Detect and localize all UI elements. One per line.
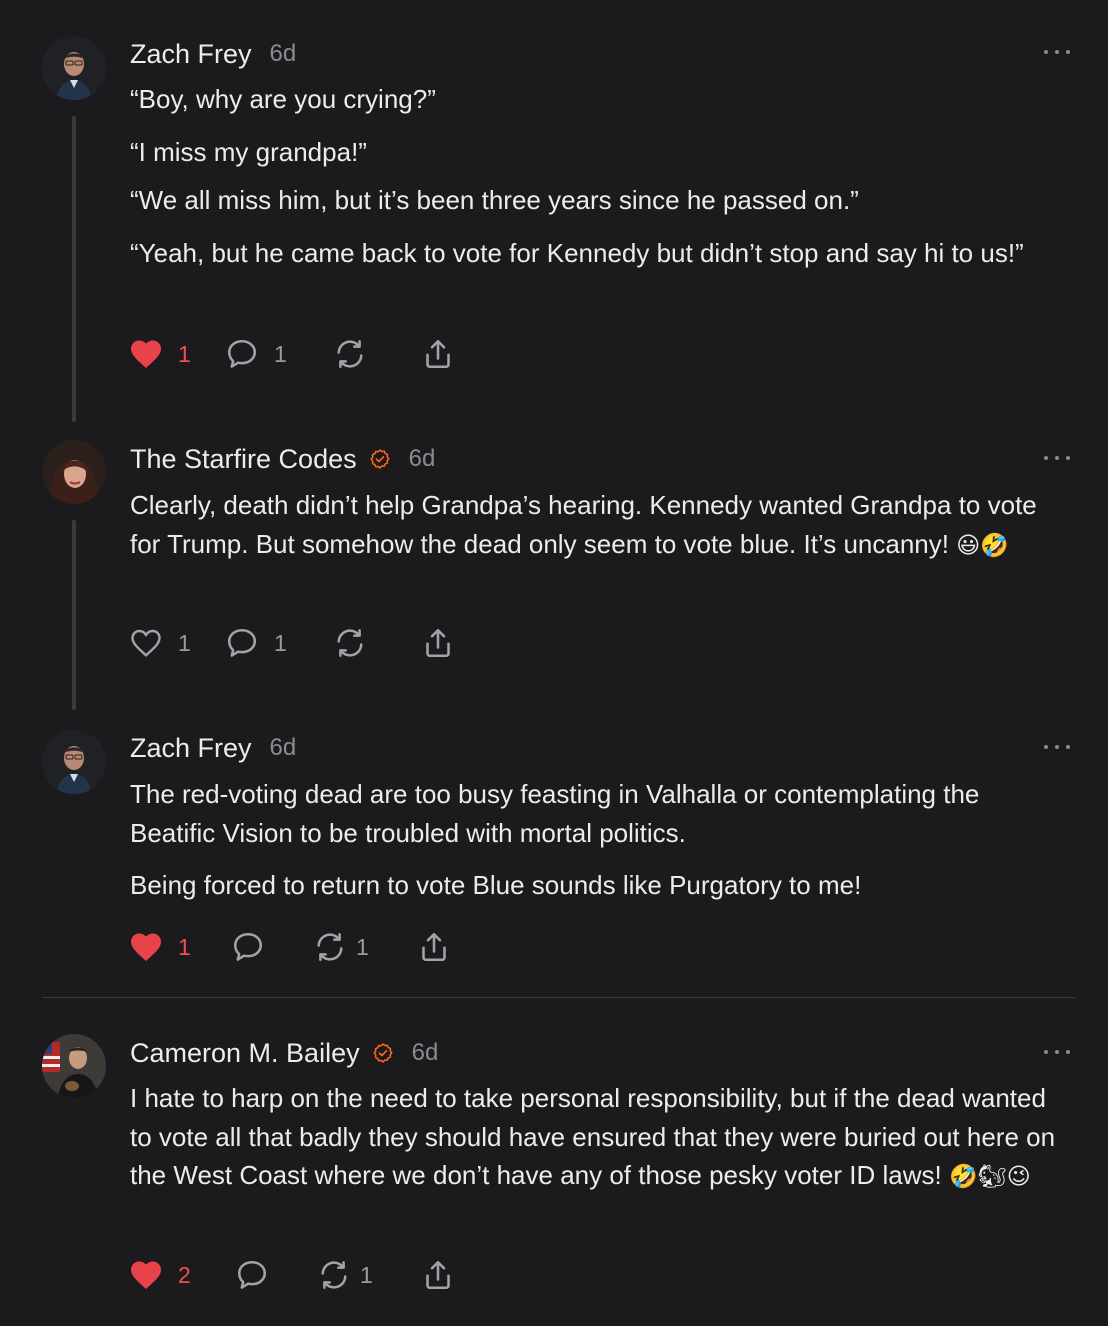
share-button[interactable] [416,927,452,967]
more-dots-icon[interactable] [1044,48,1070,56]
share-icon [416,929,452,965]
timestamp[interactable]: 6d [270,734,297,762]
verified-check-icon [372,1042,394,1064]
comment-bubble-icon [224,625,260,661]
emoji: 😃🤣 [956,532,1009,559]
avatar-cameron-bailey[interactable] [42,1034,106,1098]
comment-bubble-icon [224,336,260,372]
more-dots-icon[interactable] [1044,454,1070,462]
like-button[interactable]: 2 [128,1255,191,1295]
like-count: 2 [178,1261,191,1288]
comment-paragraph: “We all miss him, but it’s been three ye… [130,185,859,215]
comment-paragraph: Clearly, death didn’t help Grandpa’s hea… [130,486,1070,565]
restack-icon [312,929,348,965]
restack-button[interactable] [332,623,368,663]
thread-line [72,520,76,710]
restack-button[interactable] [332,334,368,374]
heart-icon [128,929,164,965]
share-icon [420,336,456,372]
like-button[interactable]: 1 [128,927,191,967]
restack-count: 1 [360,1261,373,1288]
comment-paragraph: The red-voting dead are too busy feastin… [130,779,980,848]
reply-button[interactable] [234,1255,270,1295]
restack-icon [332,336,368,372]
comment-bubble-icon [234,1257,270,1293]
restack-icon [316,1257,352,1293]
avatar-zach-frey[interactable] [42,730,106,794]
thread-line [72,116,76,422]
share-button[interactable] [420,623,456,663]
author-name[interactable]: Zach Frey [130,733,252,764]
avatar-starfire-codes[interactable] [42,440,106,504]
heart-icon [128,336,164,372]
restack-icon [332,625,368,661]
reply-button[interactable]: 1 [224,334,287,374]
share-button[interactable] [420,1255,456,1295]
comment-paragraph: “Yeah, but he came back to vote for Kenn… [130,237,1024,268]
heart-icon [128,625,164,661]
comment-body: Clearly, death didn’t help Grandpa’s hea… [130,486,1070,565]
share-button[interactable] [420,334,456,374]
like-button[interactable]: 1 [128,334,191,374]
restack-button[interactable]: 1 [316,1255,373,1295]
timestamp[interactable]: 6d [270,40,297,68]
divider [42,997,1076,998]
comment-text: I hate to harp on the need to take perso… [130,1083,1056,1190]
comment-paragraph: I hate to harp on the need to take perso… [130,1079,1070,1197]
reply-count: 1 [274,340,287,367]
reply-count: 1 [274,629,287,656]
emoji: 🤣🐿😉 [948,1164,1031,1190]
like-button[interactable]: 1 [128,623,191,663]
reply-button[interactable]: 1 [224,623,287,663]
reply-button[interactable] [230,927,266,967]
restack-button[interactable]: 1 [312,927,369,967]
author-name[interactable]: Cameron M. Bailey [130,1038,360,1069]
share-icon [420,1257,456,1293]
timestamp[interactable]: 6d [409,445,436,473]
comment-paragraph: “Boy, why are you crying?” [130,84,436,114]
share-icon [420,625,456,661]
comment-body: The red-voting dead are too busy feastin… [130,775,1070,905]
like-count: 1 [178,933,191,960]
comment-bubble-icon [230,929,266,965]
heart-icon [128,1257,164,1293]
comment-paragraph: “I miss my grandpa!” [130,136,367,167]
avatar-zach-frey[interactable] [42,36,106,100]
timestamp[interactable]: 6d [412,1039,439,1067]
comment-text: Clearly, death didn’t help Grandpa’s hea… [130,490,1037,559]
comment-paragraph: Being forced to return to vote Blue soun… [130,870,862,900]
restack-count: 1 [356,933,369,960]
more-dots-icon[interactable] [1044,743,1070,751]
author-name[interactable]: Zach Frey [130,39,252,70]
comment-body: “Boy, why are you crying?” “I miss my gr… [130,80,1070,272]
comment-body: I hate to harp on the need to take perso… [130,1079,1070,1197]
like-count: 1 [178,340,191,367]
like-count: 1 [178,629,191,656]
more-dots-icon[interactable] [1044,1048,1070,1056]
verified-check-icon [369,448,391,470]
author-name[interactable]: The Starfire Codes [130,444,357,475]
